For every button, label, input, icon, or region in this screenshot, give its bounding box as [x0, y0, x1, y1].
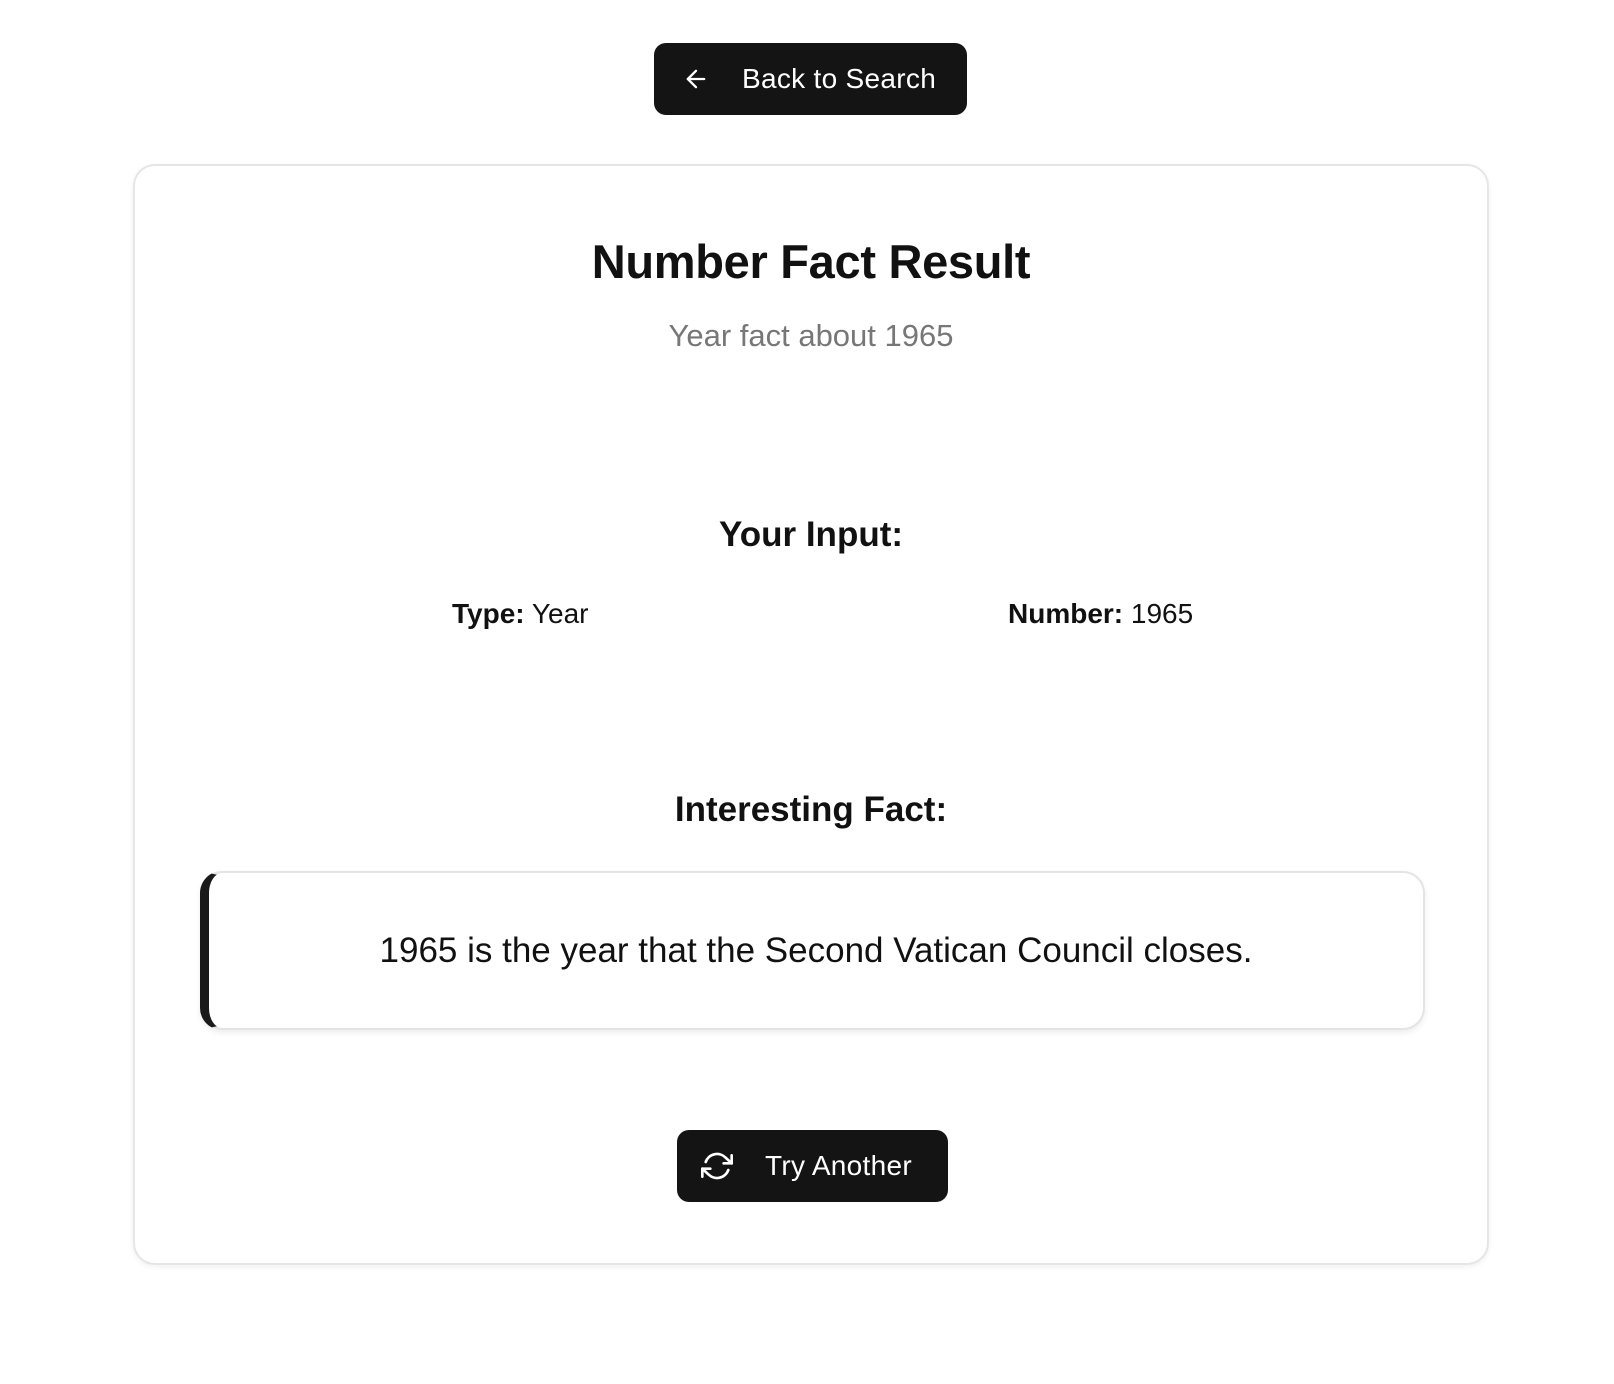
fact-box: 1965 is the year that the Second Vatican…	[200, 871, 1425, 1030]
number-key: Number:	[1008, 598, 1124, 629]
fact-heading: Interesting Fact:	[674, 790, 948, 829]
input-number: Number: 1965	[1008, 598, 1193, 630]
number-value: 1965	[1130, 598, 1194, 629]
type-key: Type:	[452, 598, 525, 629]
page: Back to Search Number Fact Result Year f…	[0, 0, 1614, 1384]
back-to-search-button[interactable]: Back to Search	[654, 43, 967, 115]
refresh-icon	[701, 1150, 733, 1182]
input-type: Type: Year	[452, 598, 588, 630]
try-another-label: Try Another	[765, 1150, 912, 1181]
try-another-button[interactable]: Try Another	[677, 1130, 948, 1202]
back-to-search-label: Back to Search	[742, 63, 937, 94]
type-value: Year	[531, 598, 589, 629]
page-subtitle: Year fact about 1965	[668, 318, 954, 353]
fact-text: 1965 is the year that the Second Vatican…	[379, 930, 1253, 970]
arrow-left-icon	[682, 65, 710, 93]
result-card: Number Fact Result Year fact about 1965 …	[133, 164, 1489, 1265]
page-title: Number Fact Result	[591, 235, 1031, 288]
input-heading: Your Input:	[718, 515, 904, 554]
